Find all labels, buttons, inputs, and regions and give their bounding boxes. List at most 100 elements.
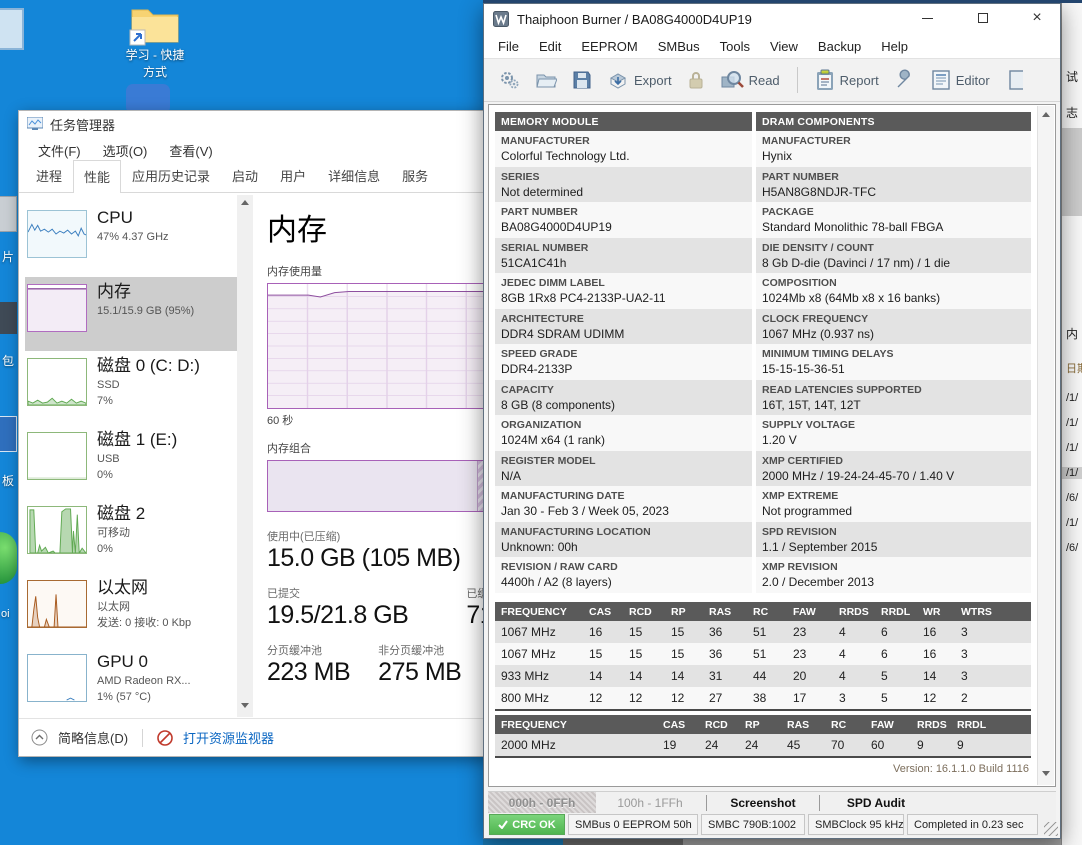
- menu-edit[interactable]: Edit: [529, 37, 571, 56]
- tab-users[interactable]: 用户: [269, 159, 317, 192]
- menu-backup[interactable]: Backup: [808, 37, 871, 56]
- fewer-details-toggle[interactable]: 简略信息(D): [58, 728, 128, 747]
- task-manager-icon: [27, 117, 43, 131]
- scroll-up-icon[interactable]: [1042, 112, 1050, 117]
- gpu-value: 1% (57 °C): [97, 689, 191, 705]
- cpu-label: CPU: [97, 207, 169, 229]
- memory-composition-bar[interactable]: [267, 460, 487, 512]
- minimize-button[interactable]: [912, 5, 942, 31]
- read-button[interactable]: Read: [716, 66, 784, 94]
- tab-services[interactable]: 服务: [391, 159, 439, 192]
- report-button[interactable]: Report: [811, 66, 883, 94]
- ethernet-type: 以太网: [97, 599, 191, 615]
- menu-eeprom[interactable]: EEPROM: [571, 37, 647, 56]
- tab-details[interactable]: 详细信息: [317, 159, 391, 192]
- smbc-status: SMBC 790B:1002: [701, 814, 805, 835]
- maximize-icon: [978, 13, 988, 23]
- save-button[interactable]: [568, 67, 596, 93]
- jedec-timings-table: FREQUENCYCASRCDRPRASRCFAWRRDSRRDLWRWTRS …: [495, 602, 1031, 711]
- resize-grip[interactable]: [1044, 822, 1058, 836]
- info-row: MANUFACTURING DATE Jan 30 - Feb 3 / Week…: [495, 486, 752, 522]
- bg-date: /1/: [1062, 467, 1082, 479]
- tab-performance[interactable]: 性能: [73, 160, 121, 193]
- dram-components-rows: MANUFACTURER Hynix PART NUMBER H5AN8G8ND…: [756, 131, 1031, 593]
- open-resource-monitor-link[interactable]: 打开资源监视器: [183, 728, 274, 747]
- settings-button[interactable]: [494, 66, 524, 94]
- timing-row: 800 MHz12121227381735122: [495, 687, 1031, 709]
- desktop-shortcut-folder[interactable]: 学习 - 快捷 方式: [100, 2, 210, 80]
- tab-processes[interactable]: 进程: [25, 159, 73, 192]
- committed-label: 已提交: [267, 585, 408, 601]
- performance-sidebar: CPU 47% 4.37 GHz 内存 15.1/15.9 GB (95%) 磁…: [19, 195, 253, 717]
- export-button[interactable]: Export: [603, 66, 676, 94]
- maximize-button[interactable]: [968, 5, 998, 31]
- tab-screenshot[interactable]: Screenshot: [709, 792, 817, 814]
- tab-100h-1ffh[interactable]: 100h - 1FFh: [596, 792, 704, 814]
- scroll-down-icon[interactable]: [1042, 771, 1050, 776]
- scroll-down-icon[interactable]: [241, 703, 249, 708]
- bg-date: /6/: [1066, 542, 1078, 554]
- thaiphoon-titlebar[interactable]: Thaiphoon Burner / BA08G4000D4UP19 ×: [484, 4, 1060, 34]
- memory-module-header: MEMORY MODULE: [495, 112, 752, 131]
- address-range-tabs: 000h - 0FFh 100h - 1FFh Screenshot SPD A…: [488, 791, 1056, 814]
- graph-time-label: 60 秒: [267, 412, 487, 428]
- info-row: MANUFACTURER Hynix: [756, 131, 1031, 167]
- content-scrollbar[interactable]: [1037, 106, 1054, 785]
- dram-components-header: DRAM COMPONENTS: [756, 112, 1031, 131]
- sidebar-scrollbar[interactable]: [237, 195, 253, 717]
- sidebar-item-cpu[interactable]: CPU 47% 4.37 GHz: [25, 203, 253, 277]
- nonpaged-pool-label: 非分页缓冲池: [378, 642, 461, 658]
- cpu-mini-graph: [27, 210, 87, 258]
- menu-help[interactable]: Help: [871, 37, 918, 56]
- info-row: READ LATENCIES SUPPORTED 16T, 15T, 14T, …: [756, 380, 1031, 416]
- desktop-icon-partial-dark: [0, 302, 17, 334]
- disk0-value: 7%: [97, 393, 200, 409]
- info-row: SERIAL NUMBER 51CA1C41h: [495, 238, 752, 274]
- bg-fragment: 内: [1066, 325, 1078, 342]
- memory-usage-graph: [267, 283, 487, 409]
- sidebar-item-disk2[interactable]: 磁盘 2 可移动 0%: [25, 499, 253, 573]
- sidebar-item-ethernet[interactable]: 以太网 以太网 发送: 0 接收: 0 Kbp: [25, 573, 253, 647]
- info-row: XMP EXTREME Not programmed: [756, 486, 1031, 522]
- menu-file[interactable]: File: [488, 37, 529, 56]
- report-label: Report: [840, 73, 879, 88]
- disk0-mini-graph: [27, 358, 87, 406]
- memory-panel: 内存 内存使用量 60 秒 内存组合 使用中(已压缩): [253, 195, 487, 717]
- xmp-table-header: FREQUENCYCASRCDRPRASRCFAWRRDSRRDL: [495, 715, 1031, 734]
- tab-000h-0ffh[interactable]: 000h - 0FFh: [488, 792, 596, 814]
- memory-composition-label: 内存组合: [267, 440, 487, 456]
- editor-button[interactable]: Editor: [927, 66, 994, 94]
- sidebar-item-gpu[interactable]: GPU 0 AMD Radeon RX... 1% (57 °C): [25, 647, 253, 721]
- export-label: Export: [634, 73, 672, 88]
- background-strip-light: [683, 839, 1082, 845]
- save-icon: [572, 70, 592, 90]
- collapse-icon[interactable]: [31, 729, 48, 746]
- toolkit-button[interactable]: [890, 66, 920, 94]
- disk2-mini-graph: [27, 506, 87, 554]
- bg-date: /6/: [1066, 492, 1078, 504]
- sidebar-item-disk0[interactable]: 磁盘 0 (C: D:) SSD 7%: [25, 351, 253, 425]
- open-button[interactable]: [531, 66, 561, 94]
- check-icon: [498, 820, 508, 829]
- menu-tools[interactable]: Tools: [710, 37, 760, 56]
- background-strip-teal: [483, 839, 563, 845]
- smbus-status: SMBus 0 EEPROM 50h: [568, 814, 698, 835]
- task-manager-footer: 简略信息(D) 打开资源监视器: [19, 718, 487, 756]
- lock-button[interactable]: [683, 67, 709, 93]
- tab-app-history[interactable]: 应用历史记录: [121, 159, 221, 192]
- task-manager-titlebar[interactable]: 任务管理器: [19, 111, 487, 137]
- menu-view[interactable]: View: [760, 37, 808, 56]
- sidebar-item-disk1[interactable]: 磁盘 1 (E:) USB 0%: [25, 425, 253, 499]
- info-row: REVISION / RAW CARD 4400h / A2 (8 layers…: [495, 557, 752, 593]
- sidebar-item-memory[interactable]: 内存 15.1/15.9 GB (95%): [25, 277, 253, 351]
- jedec-table-header: FREQUENCYCASRCDRPRASRCFAWRRDSRRDLWRWTRS: [495, 602, 1031, 621]
- menu-smbus[interactable]: SMBus: [648, 37, 710, 56]
- close-button[interactable]: ×: [1022, 5, 1052, 31]
- version-text: Version: 16.1.1.0 Build 1116: [893, 763, 1029, 775]
- editor-document-icon: [931, 69, 951, 91]
- scroll-up-icon[interactable]: [241, 200, 249, 205]
- in-use-value: 15.0 GB (105 MB): [267, 544, 487, 573]
- tab-startup[interactable]: 启动: [221, 159, 269, 192]
- info-row: CAPACITY 8 GB (8 components): [495, 380, 752, 416]
- tab-spd-audit[interactable]: SPD Audit: [822, 792, 930, 814]
